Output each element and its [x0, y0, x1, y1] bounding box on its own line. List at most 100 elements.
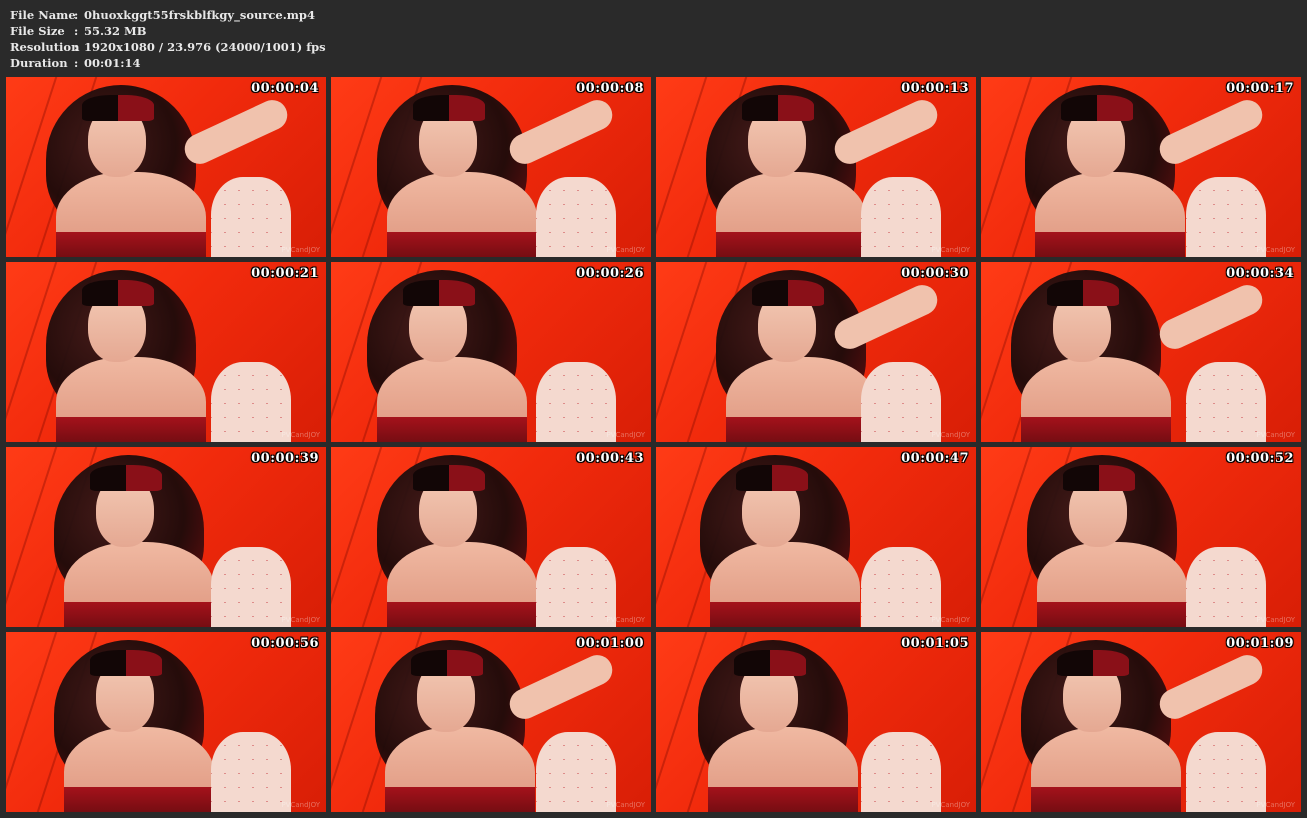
thumbnail-timestamp: 00:00:39 [251, 451, 319, 466]
subject-bangs [82, 95, 154, 121]
subject-leg [536, 362, 616, 442]
subject-leg [211, 732, 291, 812]
subject-bangs [413, 95, 485, 121]
subject-arm [1154, 280, 1268, 354]
file-size-separator: : [74, 24, 79, 38]
thumbnail-timestamp: 00:00:08 [576, 81, 644, 96]
subject-arm [504, 650, 618, 724]
file-name-separator: : [74, 8, 79, 22]
subject-body [708, 727, 858, 812]
duration-value: 00:01:14 [84, 56, 141, 70]
subject-body [56, 172, 206, 257]
subject-bangs [734, 650, 806, 676]
backdrop-line [656, 262, 712, 442]
subject-leg [861, 177, 941, 257]
video-thumbnail: 00:00:26 PVCandJOY [331, 262, 651, 442]
subject-body [387, 542, 537, 627]
subject-leg [536, 547, 616, 627]
thumbnail-watermark: PVCandJOY [931, 801, 970, 809]
resolution-separator: : [74, 40, 79, 54]
video-thumbnail: 00:00:30 PVCandJOY [656, 262, 976, 442]
video-thumbnail: 00:00:17 PVCandJOY [981, 77, 1301, 257]
subject-bangs [90, 465, 162, 491]
file-size-value: 55.32 MB [84, 24, 147, 38]
subject-bangs [1061, 95, 1133, 121]
subject-body [1037, 542, 1187, 627]
subject-body [56, 357, 206, 442]
file-info-header: File Name : 0huoxkggt55frskblfkgy_source… [10, 7, 326, 71]
subject-bangs [90, 650, 162, 676]
video-thumbnail: 00:00:04 PVCandJOY [6, 77, 326, 257]
subject-leg [861, 362, 941, 442]
thumbnail-watermark: PVCandJOY [931, 616, 970, 624]
thumbnail-watermark: PVCandJOY [1256, 801, 1295, 809]
subject-leg [1186, 362, 1266, 442]
subject-body [716, 172, 866, 257]
thumbnail-watermark: PVCandJOY [1256, 246, 1295, 254]
subject-body [1035, 172, 1185, 257]
file-name-value: 0huoxkggt55frskblfkgy_source.mp4 [84, 8, 315, 22]
video-thumbnail: 00:01:05 PVCandJOY [656, 632, 976, 812]
subject-bangs [752, 280, 824, 306]
resolution-row: Resolution : 1920x1080 / 23.976 (24000/1… [10, 39, 326, 55]
subject-bangs [1063, 465, 1135, 491]
thumbnail-watermark: PVCandJOY [281, 246, 320, 254]
thumbnail-watermark: PVCandJOY [281, 431, 320, 439]
subject-leg [211, 177, 291, 257]
thumbnail-timestamp: 00:01:00 [576, 636, 644, 651]
thumbnail-timestamp: 00:00:47 [901, 451, 969, 466]
subject-leg [536, 732, 616, 812]
thumbnail-watermark: PVCandJOY [931, 431, 970, 439]
thumbnail-timestamp: 00:00:21 [251, 266, 319, 281]
file-size-row: File Size : 55.32 MB [10, 23, 326, 39]
thumbnail-grid: 00:00:04 PVCandJOY 00:00:08 PVCandJOY 00:00:… [6, 77, 1302, 812]
thumbnail-watermark: PVCandJOY [931, 246, 970, 254]
subject-bangs [411, 650, 483, 676]
resolution-label: Resolution [10, 40, 80, 54]
file-name-label: File Name [10, 8, 76, 22]
duration-row: Duration : 00:01:14 [10, 55, 326, 71]
video-thumbnail: 00:00:56 PVCandJOY [6, 632, 326, 812]
video-thumbnail: 00:00:21 PVCandJOY [6, 262, 326, 442]
subject-body [64, 727, 214, 812]
thumbnail-watermark: PVCandJOY [606, 616, 645, 624]
subject-leg [861, 547, 941, 627]
thumbnail-watermark: PVCandJOY [281, 616, 320, 624]
video-thumbnail: 00:00:43 PVCandJOY [331, 447, 651, 627]
video-thumbnail: 00:01:09 PVCandJOY [981, 632, 1301, 812]
video-thumbnail: 00:00:47 PVCandJOY [656, 447, 976, 627]
subject-body [387, 172, 537, 257]
subject-leg [211, 547, 291, 627]
subject-bangs [736, 465, 808, 491]
subject-bangs [742, 95, 814, 121]
subject-arm [179, 95, 293, 169]
thumbnail-timestamp: 00:00:56 [251, 636, 319, 651]
duration-label: Duration [10, 56, 68, 70]
subject-leg [1186, 177, 1266, 257]
subject-bangs [82, 280, 154, 306]
thumbnail-timestamp: 00:00:34 [1226, 266, 1294, 281]
thumbnail-watermark: PVCandJOY [281, 801, 320, 809]
subject-body [1031, 727, 1181, 812]
subject-body [377, 357, 527, 442]
file-size-label: File Size [10, 24, 65, 38]
subject-bangs [413, 465, 485, 491]
subject-body [385, 727, 535, 812]
duration-separator: : [74, 56, 79, 70]
thumbnail-watermark: PVCandJOY [1256, 616, 1295, 624]
subject-body [726, 357, 876, 442]
thumbnail-timestamp: 00:00:04 [251, 81, 319, 96]
video-thumbnail: 00:00:34 PVCandJOY [981, 262, 1301, 442]
subject-leg [1186, 732, 1266, 812]
subject-leg [1186, 547, 1266, 627]
subject-leg [536, 177, 616, 257]
backdrop-line [656, 77, 712, 257]
thumbnail-watermark: PVCandJOY [606, 431, 645, 439]
subject-arm [1154, 95, 1268, 169]
video-thumbnail: 00:00:52 PVCandJOY [981, 447, 1301, 627]
subject-bangs [1047, 280, 1119, 306]
video-thumbnail: 00:00:13 PVCandJOY [656, 77, 976, 257]
subject-arm [1154, 650, 1268, 724]
thumbnail-watermark: PVCandJOY [606, 801, 645, 809]
thumbnail-timestamp: 00:00:43 [576, 451, 644, 466]
